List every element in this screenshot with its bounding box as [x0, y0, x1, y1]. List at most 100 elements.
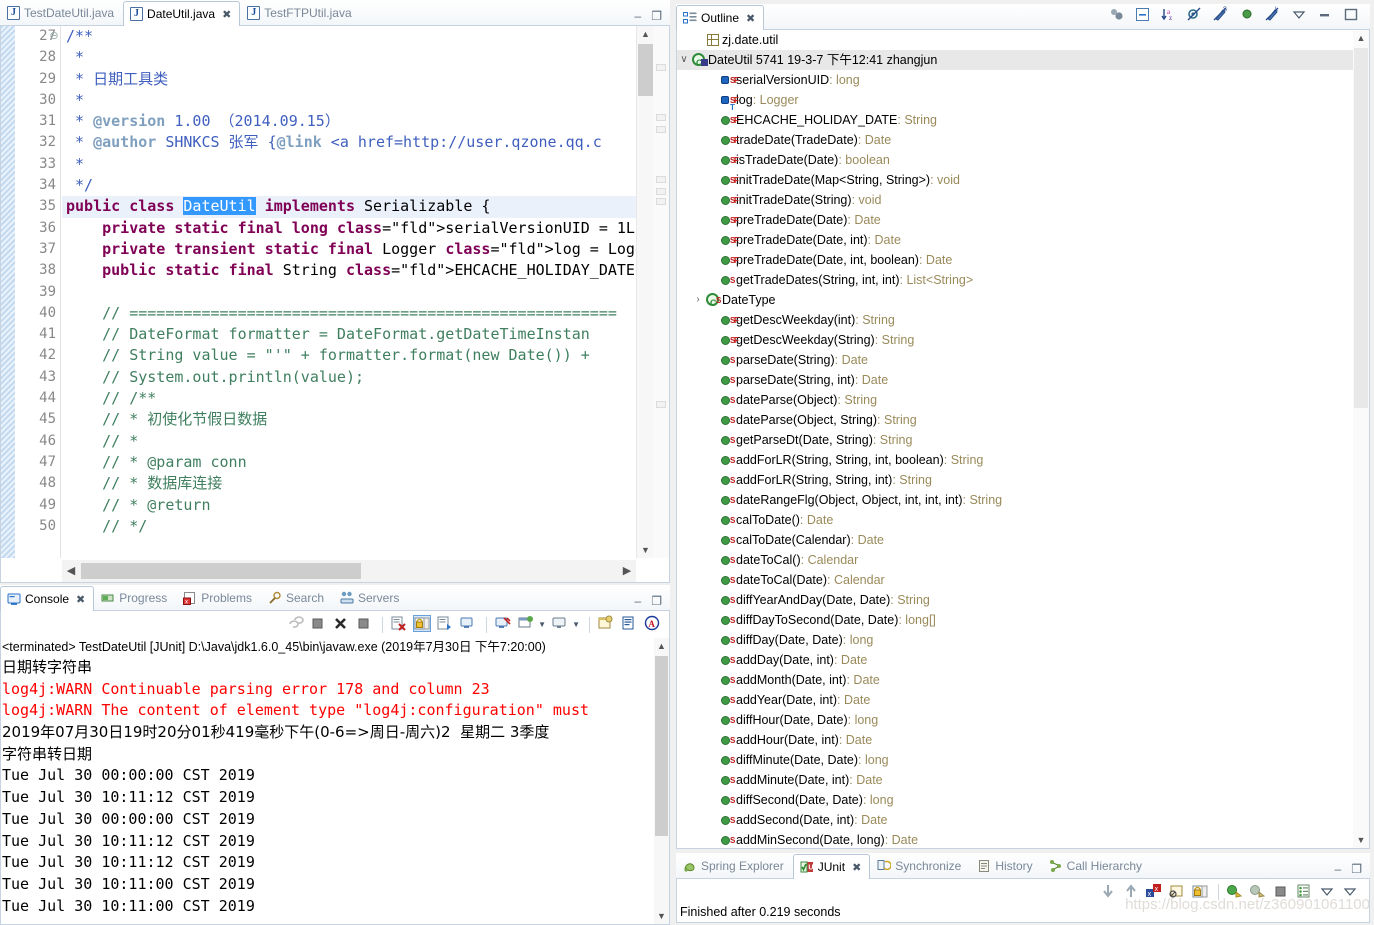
scroll-lock-icon[interactable]: [1191, 883, 1211, 902]
editor-annotation-ruler[interactable]: [1, 26, 15, 558]
show-console-on-output-icon[interactable]: [459, 615, 479, 634]
minimize-icon[interactable]: –: [635, 595, 642, 607]
outline-item[interactable]: SaddYear(Date, int) : Date: [677, 690, 1353, 710]
rerun-test-icon[interactable]: [1226, 883, 1246, 902]
outline-item[interactable]: SdateParse(Object) : String: [677, 390, 1353, 410]
outline-item[interactable]: SdiffMinute(Date, Date) : long: [677, 750, 1353, 770]
outline-item[interactable]: SgetParseDt(Date, String) : String: [677, 430, 1353, 450]
code-line[interactable]: /**: [62, 26, 636, 47]
tab-servers[interactable]: Servers: [333, 585, 408, 610]
code-line[interactable]: // System.out.println(value);: [62, 367, 636, 388]
outline-item[interactable]: SdateToCal() : Calendar: [677, 550, 1353, 570]
code-line[interactable]: // * 初使化节假日数据: [62, 409, 636, 430]
code-line[interactable]: private static final long class="fld">se…: [62, 218, 636, 239]
remove-launch-icon[interactable]: [332, 615, 352, 634]
outline-item[interactable]: SaddForLR(String, String, int) : String: [677, 470, 1353, 490]
outline-item[interactable]: SaddMinute(Date, int) : Date: [677, 770, 1353, 790]
outline-item[interactable]: S F EHCACHE_HOLIDAY_DATE : String: [677, 110, 1353, 130]
view-menu-icon[interactable]: [1290, 6, 1310, 25]
outline-item[interactable]: SdiffYearAndDay(Date, Date) : String: [677, 590, 1353, 610]
outline-item[interactable]: SaddDay(Date, int) : Date: [677, 650, 1353, 670]
outline-item[interactable]: S FinitTradeDate(String) : void: [677, 190, 1353, 210]
outline-item[interactable]: SdateParse(Object, String) : String: [677, 410, 1353, 430]
close-icon[interactable]: ✖: [746, 12, 755, 25]
console-vertical-scrollbar[interactable]: ▲ ▼: [654, 638, 669, 924]
view-menu-arrow-icon[interactable]: [1318, 883, 1338, 902]
overview-marker[interactable]: [656, 176, 666, 183]
remove-all-terminated-icon[interactable]: [355, 615, 375, 634]
pin-console-icon[interactable]: [494, 615, 514, 634]
editor-code-area[interactable]: /** * * 日期工具类 * * @version 1.00 （2014.09…: [62, 26, 636, 558]
code-line[interactable]: // */: [62, 516, 636, 537]
outline-item[interactable]: S FpreTradeDate(Date) : Date: [677, 210, 1353, 230]
code-line[interactable]: // *: [62, 431, 636, 452]
overview-marker[interactable]: [656, 401, 666, 408]
overview-marker[interactable]: [656, 64, 666, 71]
code-line[interactable]: private transient static final Logger cl…: [62, 239, 636, 260]
tab-progress[interactable]: Progress: [94, 585, 176, 610]
code-line[interactable]: [62, 282, 636, 303]
tab-synchronize[interactable]: Synchronize: [870, 853, 970, 878]
outline-item[interactable]: ScalToDate(Calendar) : Date: [677, 530, 1353, 550]
scroll-thumb[interactable]: [1354, 48, 1368, 408]
previous-failure-icon[interactable]: [1122, 883, 1142, 902]
tab-history[interactable]: History: [970, 853, 1041, 878]
hide-fields-icon[interactable]: [1186, 6, 1206, 25]
scroll-up-icon[interactable]: ▲: [637, 26, 654, 42]
outline-vertical-scrollbar[interactable]: ▲ ▼: [1353, 30, 1369, 848]
outline-item[interactable]: S FgetDescWeekday(int) : String: [677, 310, 1353, 330]
outline-item[interactable]: S FpreTradeDate(Date, int, boolean) : Dat…: [677, 250, 1353, 270]
scroll-lock-icon[interactable]: [413, 615, 433, 634]
next-failure-icon[interactable]: [1099, 883, 1119, 902]
overview-marker[interactable]: [656, 188, 666, 195]
outline-item[interactable]: SdateToCal(Date) : Calendar: [677, 570, 1353, 590]
editor-tab-1[interactable]: DateUtil.java ✖: [123, 1, 241, 26]
word-wrap-icon[interactable]: [436, 615, 456, 634]
outline-item[interactable]: SaddSecond(Date, int) : Date: [677, 810, 1353, 830]
clear-console-icon[interactable]: [390, 615, 410, 634]
new-console-view-icon[interactable]: [517, 615, 537, 634]
sort-icon[interactable]: az: [1160, 6, 1180, 25]
scroll-down-icon[interactable]: ▼: [637, 542, 654, 558]
overview-marker[interactable]: [656, 198, 666, 205]
outline-item[interactable]: › SDateType: [677, 290, 1353, 313]
outline-item[interactable]: S F Tlog : Logger: [677, 90, 1353, 112]
tab-junit[interactable]: U JUnit ✖: [792, 854, 871, 879]
scroll-down-icon[interactable]: ▼: [654, 908, 669, 924]
scroll-thumb[interactable]: [655, 656, 668, 836]
stop-icon[interactable]: [1272, 883, 1292, 902]
tree-expand-arrow-icon[interactable]: ›: [691, 290, 705, 310]
scroll-down-icon[interactable]: ▼: [1353, 832, 1369, 848]
open-console-icon[interactable]: [597, 615, 617, 634]
view-menu-icon[interactable]: [1341, 883, 1361, 902]
outline-item[interactable]: S FpreTradeDate(Date, int) : Date: [677, 230, 1353, 250]
minimize-icon[interactable]: [1316, 6, 1336, 25]
code-line[interactable]: */: [62, 175, 636, 196]
tab-console[interactable]: Console ✖: [0, 586, 95, 611]
ant-icon[interactable]: A: [643, 615, 663, 634]
code-line[interactable]: * @author SHNKCS 张军 {@link <a href=http:…: [62, 132, 636, 153]
code-line[interactable]: *: [62, 90, 636, 111]
editor-tab-2[interactable]: TestFTPUtil.java: [240, 0, 360, 25]
outline-item[interactable]: SaddForLR(String, String, int, boolean) …: [677, 450, 1353, 470]
display-selected-console-icon[interactable]: [551, 615, 571, 634]
minimize-icon[interactable]: –: [1335, 863, 1342, 875]
close-icon[interactable]: ✖: [76, 593, 85, 606]
overview-marker[interactable]: [656, 126, 666, 133]
test-run-history-icon[interactable]: [1295, 883, 1315, 902]
fold-toggle-icon[interactable]: ⊖: [47, 26, 61, 47]
maximize-icon[interactable]: [1342, 6, 1362, 25]
code-line[interactable]: // =====================================…: [62, 303, 636, 324]
outline-item[interactable]: S FinitTradeDate(Map<String, String>) : v…: [677, 170, 1353, 190]
scroll-up-icon[interactable]: ▲: [654, 638, 669, 654]
code-line[interactable]: * 日期工具类: [62, 69, 636, 90]
hscroll-thumb[interactable]: [81, 563, 361, 579]
outline-item[interactable]: SaddMinSecond(Date, long) : Date: [677, 830, 1353, 848]
outline-tree[interactable]: zj.date.util ∨ DateUtil 5741 19-3-7 下午12:4…: [677, 30, 1353, 848]
outline-item[interactable]: SdiffDayToSecond(Date, Date) : long[]: [677, 610, 1353, 630]
outline-item[interactable]: ScalToDate() : Date: [677, 510, 1353, 530]
close-icon[interactable]: ✖: [222, 8, 231, 21]
terminate-icon[interactable]: [309, 615, 329, 634]
outline-item[interactable]: SdiffDay(Date, Date) : long: [677, 630, 1353, 650]
outline-item[interactable]: SdiffSecond(Date, Date) : long: [677, 790, 1353, 810]
